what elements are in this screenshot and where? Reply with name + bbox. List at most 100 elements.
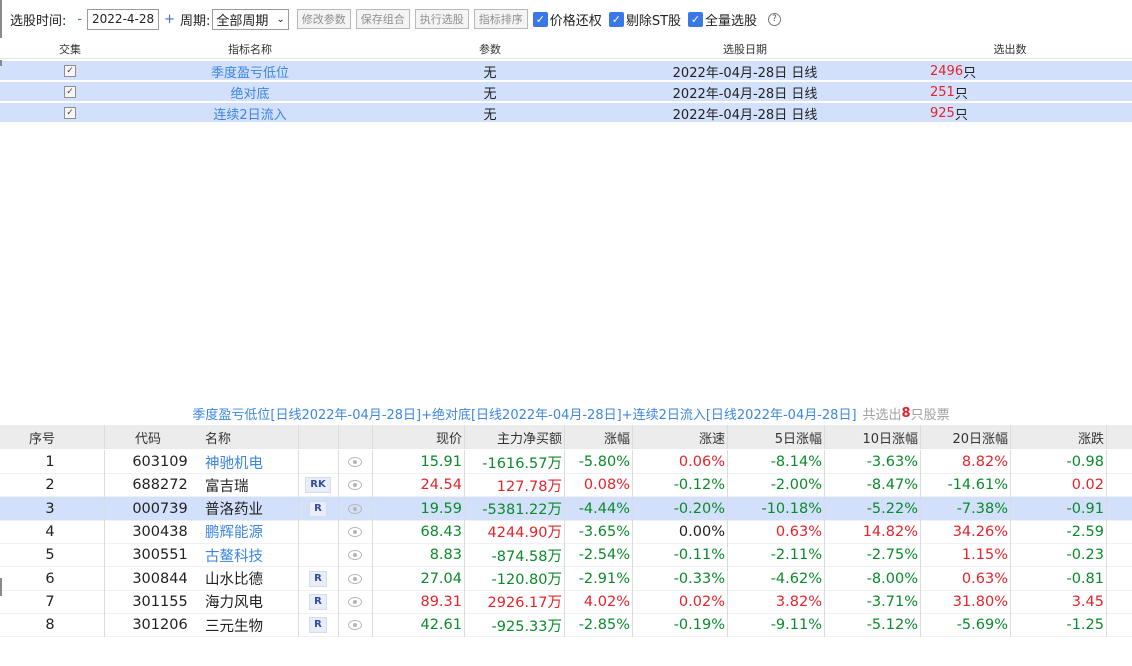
change: 4.02% [583, 593, 630, 610]
intersect-checkbox[interactable]: ✓ [60, 103, 80, 123]
watch-cell[interactable] [340, 450, 370, 474]
selection-date: 2022年-04月-28日 日线 [672, 107, 818, 123]
rating-badge[interactable]: R [309, 500, 327, 517]
change-10d: -8.47% [866, 477, 918, 494]
stock-name[interactable]: 古鳌科技 [205, 543, 295, 567]
change-5d: -8.14% [770, 454, 822, 470]
summary-suffix: 只股票 [910, 407, 950, 423]
watch-cell[interactable] [340, 590, 370, 614]
col-change[interactable]: 涨幅 [562, 425, 630, 449]
check-icon: ✓ [64, 107, 76, 119]
table-row[interactable]: 8 301206 三元生物 R 42.61 -925.33万 -2.85% -0.19% -9.… [0, 613, 1132, 638]
col-code[interactable]: 代码 [135, 425, 161, 449]
change-20d: 0.63% [961, 570, 1008, 587]
col-price[interactable]: 现价 [372, 425, 462, 449]
watch-cell[interactable] [340, 567, 370, 591]
rating-badge[interactable]: R [309, 593, 327, 610]
eye-icon[interactable] [348, 573, 362, 584]
watch-cell[interactable] [340, 473, 370, 497]
col-speed[interactable]: 涨速 [630, 425, 725, 449]
eye-icon[interactable] [348, 596, 362, 607]
table-row[interactable]: 4 300438 鹏辉能源 68.43 4244.90万 -3.65% 0.00% 0.63%… [0, 519, 1132, 544]
table-row[interactable]: 7 301155 海力风电 R 89.31 2926.17万 4.02% 0.02% 3.82%… [0, 589, 1132, 614]
eye-icon[interactable] [348, 480, 362, 491]
col-10d[interactable]: 10日涨幅 [822, 425, 918, 449]
change-20d: 34.26% [952, 523, 1008, 540]
eye-icon[interactable] [348, 503, 362, 514]
change-20d: 8.82% [961, 454, 1008, 470]
rating-badge[interactable]: R [309, 617, 327, 634]
date-minus-button[interactable]: - [77, 12, 82, 27]
col-seq[interactable]: 序号 [20, 425, 64, 449]
change-20d: -14.61% [947, 477, 1008, 494]
stock-code: 300551 [132, 547, 188, 564]
watch-cell[interactable] [340, 613, 370, 637]
watch-cell[interactable] [340, 543, 370, 567]
period-select[interactable]: 全部周期 ⌄ [212, 8, 289, 30]
intersect-checkbox[interactable]: ✓ [60, 61, 80, 81]
change-10d: -3.63% [866, 454, 918, 470]
price-restore-checkbox[interactable]: ✓ 价格还权 [532, 10, 602, 29]
indicator-name[interactable]: 季度盈亏低位 [150, 61, 350, 81]
indicator-name[interactable]: 绝对底 [150, 82, 350, 102]
change: -2.91% [578, 570, 630, 587]
price: 8.83 [429, 547, 462, 564]
date-input[interactable]: 2022-4-28 [87, 8, 160, 30]
stock-name[interactable]: 三元生物 [205, 613, 295, 637]
price: 19.59 [420, 500, 462, 517]
modify-params-button[interactable]: 修改参数 [296, 9, 351, 29]
intersect-checkbox[interactable]: ✓ [60, 82, 80, 102]
change-10d: -3.71% [866, 593, 918, 610]
stock-name[interactable]: 普洛药业 [205, 497, 295, 521]
table-row[interactable]: 3 000739 普洛药业 R 19.59 -5381.22万 -4.44% -0.20% -1… [0, 496, 1132, 521]
col-updown[interactable]: 涨跌 [1008, 425, 1104, 449]
speed: -0.19% [673, 617, 725, 634]
col-name[interactable]: 名称 [205, 425, 231, 449]
stock-name[interactable]: 山水比德 [205, 567, 295, 591]
rating-badge[interactable]: RK [305, 477, 331, 494]
up-down: -0.91 [1066, 500, 1104, 517]
indicator-name[interactable]: 连续2日流入 [150, 103, 350, 123]
rating-badge[interactable]: R [309, 570, 327, 587]
table-row[interactable]: 2 688272 富吉瑞 RK 24.54 127.78万 0.08% -0.12% -2.00… [0, 473, 1132, 498]
table-row[interactable]: 6 300844 山水比德 R 27.04 -120.80万 -2.91% -0.33% -4.… [0, 566, 1132, 591]
change-5d: -4.62% [770, 570, 822, 587]
eye-icon[interactable] [348, 620, 362, 631]
exclude-st-checkbox[interactable]: ✓ 剔除ST股 [608, 10, 682, 29]
eye-icon[interactable] [348, 550, 362, 561]
col-net-buy[interactable]: 主力净买额 [462, 425, 562, 449]
change-20d: -7.38% [956, 500, 1008, 517]
stock-code: 301155 [132, 593, 188, 610]
combo-row[interactable]: ✓ 季度盈亏低位 无 2022年-04月-28日 日线 2496 只 [0, 61, 1132, 81]
eye-icon[interactable] [348, 457, 362, 467]
change-5d: -9.11% [770, 617, 822, 634]
exclude-st-label: 剔除ST股 [625, 13, 682, 29]
stock-name[interactable]: 神驰机电 [205, 450, 295, 474]
stock-name[interactable]: 海力风电 [205, 590, 295, 614]
col-20d[interactable]: 20日涨幅 [918, 425, 1008, 449]
row-seq: 6 [45, 570, 55, 587]
date-plus-button[interactable]: + [164, 12, 175, 27]
indicator-sort-button[interactable]: 指标排序 [473, 9, 528, 29]
combo-row[interactable]: ✓ 绝对底 无 2022年-04月-28日 日线 251 只 [0, 82, 1132, 102]
watch-cell[interactable] [340, 520, 370, 544]
speed: 0.00% [678, 523, 725, 540]
help-icon[interactable]: ? [768, 12, 782, 26]
selection-summary: 季度盈亏低位[日线2022年-04月-28日]+绝对底[日线2022年-04月-… [0, 403, 1132, 423]
combo-table-header: 交集 指标名称 参数 选股日期 选出数 [0, 39, 1132, 59]
table-row[interactable]: 5 300551 古鳌科技 8.83 -874.58万 -2.54% -0.11% -2.11… [0, 543, 1132, 568]
eye-icon[interactable] [348, 526, 362, 537]
full-selection-checkbox[interactable]: ✓ 全量选股 [688, 10, 757, 29]
change-5d: -10.18% [761, 500, 822, 517]
save-combo-button[interactable]: 保存组合 [355, 9, 410, 29]
combo-row[interactable]: ✓ 连续2日流入 无 2022年-04月-28日 日线 925 只 [0, 103, 1132, 123]
toolbar: 选股时间: - 2022-4-28 + 周期: 全部周期 ⌄ 修改参数 保存组合… [0, 0, 1132, 38]
stock-table-header: 序号 代码 名称 现价 主力净买额 涨幅 涨速 5日涨幅 10日涨幅 20日涨幅… [0, 425, 1132, 449]
col-5d[interactable]: 5日涨幅 [725, 425, 822, 449]
run-selection-button[interactable]: 执行选股 [414, 9, 469, 29]
watch-cell[interactable] [340, 497, 370, 521]
stock-name[interactable]: 富吉瑞 [205, 473, 295, 497]
table-row[interactable]: 1 603109 神驰机电 15.91 -1616.57万 -5.80% 0.06% -8.1… [0, 450, 1132, 474]
stock-name[interactable]: 鹏辉能源 [205, 520, 295, 544]
badge-cell: RK [300, 473, 336, 497]
